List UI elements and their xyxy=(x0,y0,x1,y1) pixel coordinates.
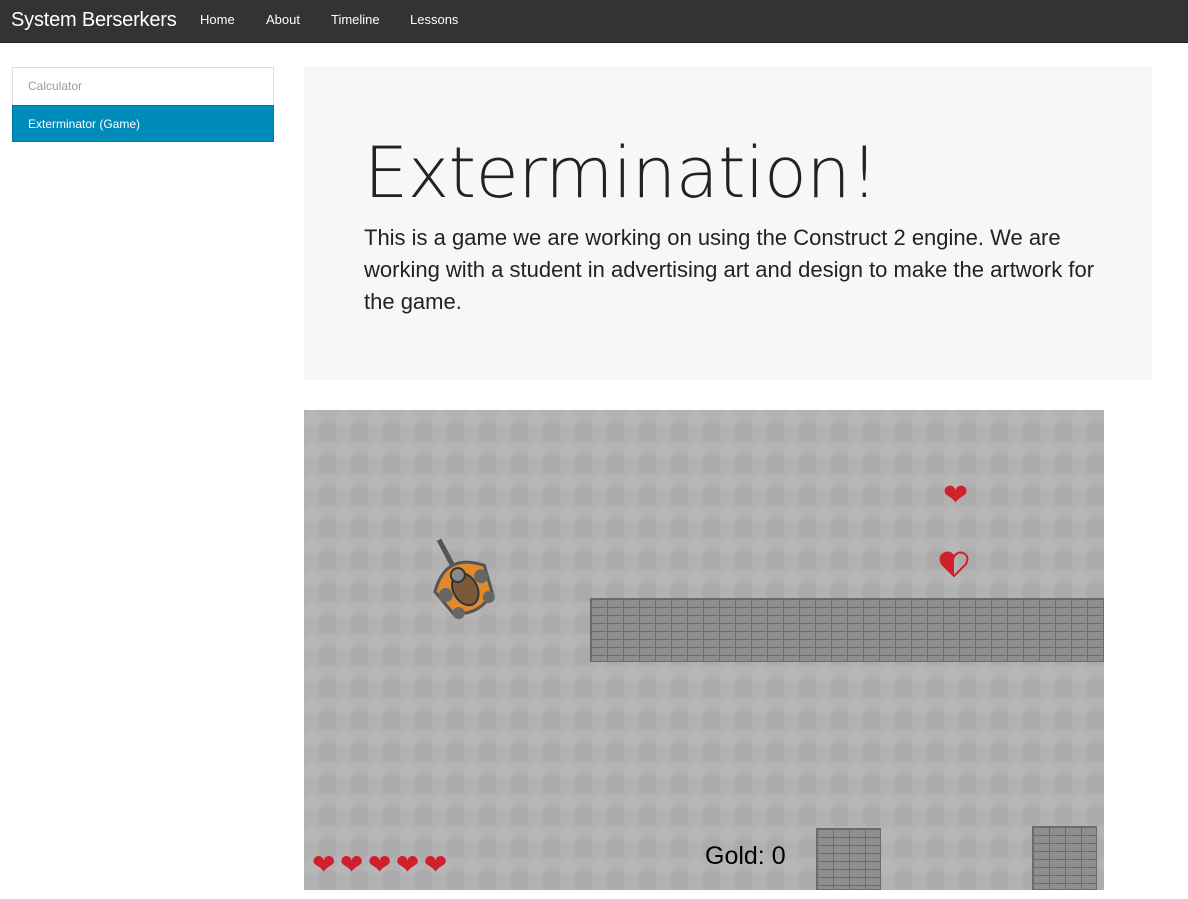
page-description: This is a game we are working on using t… xyxy=(364,225,1095,314)
sidebar-item-exterminator-game[interactable]: Exterminator (Game) xyxy=(12,105,274,142)
life-heart-icon: ❤ xyxy=(423,848,448,881)
life-heart-icon: ❤ xyxy=(395,848,420,881)
nav-about[interactable]: About xyxy=(266,0,300,42)
gold-counter: Gold: 0 xyxy=(705,842,786,870)
nav-lessons[interactable]: Lessons xyxy=(410,0,458,42)
heart-pickup-icon: ❤ xyxy=(943,478,969,513)
half-heart-pickup-icon xyxy=(939,551,969,578)
life-heart-icon: ❤ xyxy=(367,848,392,881)
sidebar-item-calculator[interactable]: Calculator xyxy=(12,67,274,105)
nav-timeline[interactable]: Timeline xyxy=(331,0,380,42)
brand-link[interactable]: System Berserkers xyxy=(11,0,177,42)
jumbotron: Extermination! This is a game we are wor… xyxy=(304,67,1152,380)
brick-pillar xyxy=(1032,826,1097,890)
lives-bar: ❤ ❤ ❤ ❤ ❤ xyxy=(312,850,447,880)
nav-home[interactable]: Home xyxy=(200,0,235,42)
life-heart-icon: ❤ xyxy=(339,848,364,881)
page-title: Extermination! xyxy=(364,132,878,214)
top-navbar: System Berserkers Home About Timeline Le… xyxy=(0,0,1188,43)
game-canvas[interactable]: ❤ ❤ ❤ ❤ ❤ ❤ Gold: 0 xyxy=(304,410,1104,890)
sidebar: Calculator Exterminator (Game) xyxy=(12,67,274,142)
brick-platform xyxy=(590,598,1104,662)
brick-pillar xyxy=(816,828,881,890)
bug-player-sprite xyxy=(433,538,495,620)
life-heart-icon: ❤ xyxy=(312,848,336,881)
